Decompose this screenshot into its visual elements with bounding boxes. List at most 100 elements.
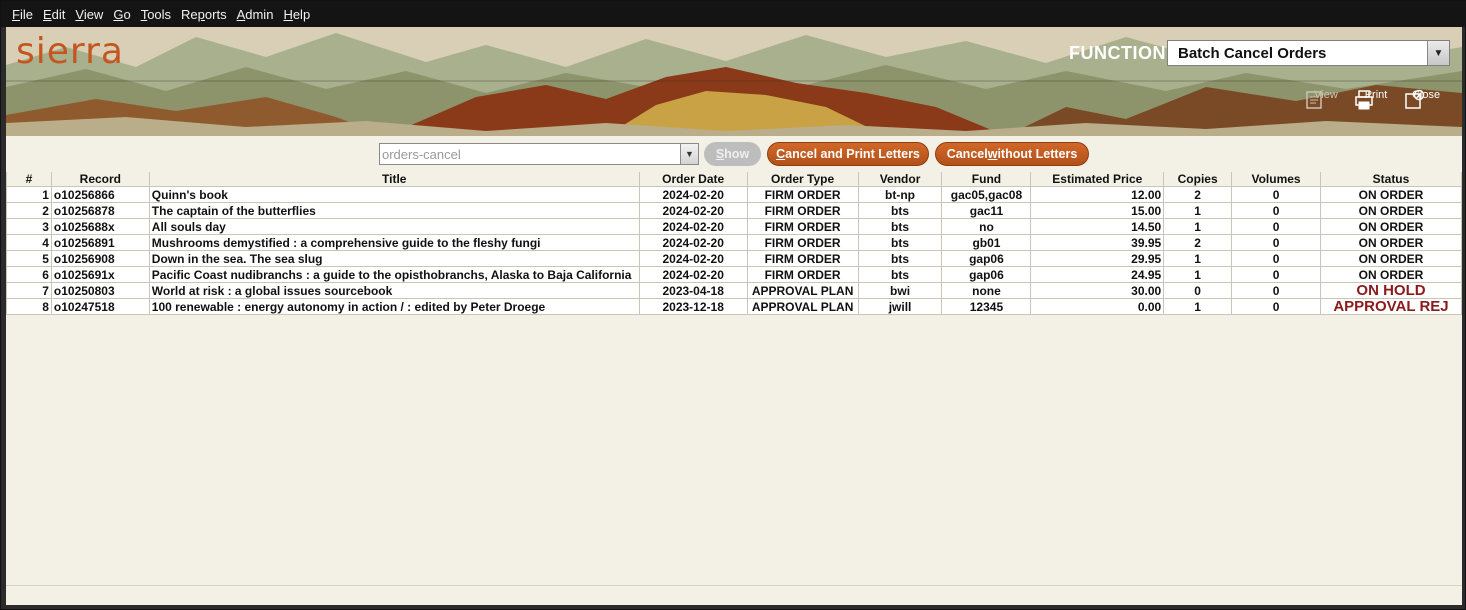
fund-cell: gac05,gac08 — [941, 186, 1032, 203]
table-row[interactable]: 5 o10256908 Down in the sea. The sea slug 2… — [6, 250, 1463, 267]
status-cell: ON ORDER — [1319, 186, 1463, 203]
order-date-cell: 2024-02-20 — [638, 250, 748, 267]
vendor-cell: bts — [857, 234, 943, 251]
function-label: FUNCTION — [1069, 43, 1166, 63]
row-number-cell: 7 — [6, 282, 52, 299]
function-select[interactable]: Batch Cancel Orders ▼ — [1167, 40, 1450, 66]
review-file-combobox[interactable]: orders-cancel ▼ — [379, 143, 699, 165]
order-date-cell: 2024-02-20 — [638, 234, 748, 251]
print-button[interactable]: Print — [1353, 89, 1399, 110]
sierra-logo: sierra — [16, 31, 124, 72]
menu-help[interactable]: Help — [278, 7, 315, 22]
column-header[interactable]: Copies — [1163, 172, 1233, 187]
close-button[interactable]: Close — [1403, 89, 1449, 109]
column-header[interactable]: Estimated Price — [1030, 172, 1165, 187]
column-header[interactable]: Status — [1319, 172, 1463, 187]
column-header[interactable]: # — [6, 172, 52, 187]
estimated-price-cell: 12.00 — [1030, 186, 1165, 203]
view-icon — [1306, 91, 1322, 109]
menu-admin[interactable]: Admin — [232, 7, 279, 22]
volumes-cell: 0 — [1231, 250, 1321, 267]
title-cell: 100 renewable : energy autonomy in actio… — [148, 298, 640, 315]
vendor-cell: bwi — [857, 282, 943, 299]
menu-reports[interactable]: Reports — [176, 7, 232, 22]
status-cell: ON HOLD — [1319, 282, 1463, 299]
column-header[interactable]: Order Date — [638, 172, 748, 187]
show-button[interactable]: Show — [704, 142, 761, 166]
estimated-price-cell: 29.95 — [1030, 250, 1165, 267]
vendor-cell: bt-np — [857, 186, 943, 203]
record-number-cell: o10256891 — [50, 234, 150, 251]
row-number-cell: 6 — [6, 266, 52, 283]
column-header[interactable]: Volumes — [1231, 172, 1321, 187]
table-row[interactable]: 6 o1025691x Pacific Coast nudibranchs : a … — [6, 266, 1463, 283]
status-cell: APPROVAL REJ — [1319, 298, 1463, 315]
estimated-price-cell: 0.00 — [1030, 298, 1165, 315]
order-type-cell: FIRM ORDER — [746, 202, 859, 219]
fund-cell: 12345 — [941, 298, 1032, 315]
menu-view[interactable]: View — [70, 7, 108, 22]
row-number-cell: 3 — [6, 218, 52, 235]
order-type-cell: APPROVAL PLAN — [746, 282, 859, 299]
order-type-cell: APPROVAL PLAN — [746, 298, 859, 315]
title-cell: The captain of the butterflies — [148, 202, 640, 219]
column-header[interactable]: Record — [50, 172, 150, 187]
table-row[interactable]: 2 o10256878 The captain of the butterflies… — [6, 202, 1463, 219]
title-cell: Quinn's book — [148, 186, 640, 203]
volumes-cell: 0 — [1231, 202, 1321, 219]
volumes-cell: 0 — [1231, 218, 1321, 235]
copies-cell: 2 — [1163, 234, 1233, 251]
status-cell: ON ORDER — [1319, 250, 1463, 267]
record-number-cell: o10247518 — [50, 298, 150, 315]
order-type-cell: FIRM ORDER — [746, 250, 859, 267]
status-cell: ON ORDER — [1319, 202, 1463, 219]
estimated-price-cell: 14.50 — [1030, 218, 1165, 235]
view-button[interactable]: View — [1303, 89, 1349, 109]
column-header[interactable]: Vendor — [857, 172, 943, 187]
order-type-cell: FIRM ORDER — [746, 218, 859, 235]
fund-cell: gap06 — [941, 250, 1032, 267]
column-header[interactable]: Title — [148, 172, 640, 187]
copies-cell: 2 — [1163, 186, 1233, 203]
record-number-cell: o1025691x — [50, 266, 150, 283]
table-row[interactable]: 4 o10256891 Mushrooms demystified : a comp… — [6, 234, 1463, 251]
copies-cell: 1 — [1163, 218, 1233, 235]
volumes-cell: 0 — [1231, 298, 1321, 315]
menu-go[interactable]: Go — [108, 7, 135, 22]
order-date-cell: 2024-02-20 — [638, 186, 748, 203]
title-cell: World at risk : a global issues sourcebo… — [148, 282, 640, 299]
order-type-cell: FIRM ORDER — [746, 266, 859, 283]
column-header[interactable]: Fund — [941, 172, 1032, 187]
column-header[interactable]: Order Type — [746, 172, 859, 187]
copies-cell: 1 — [1163, 250, 1233, 267]
menu-edit[interactable]: Edit — [38, 7, 70, 22]
table-row[interactable]: 7 o10250803 World at risk : a global issue… — [6, 282, 1463, 299]
chevron-down-icon[interactable]: ▼ — [1427, 41, 1449, 65]
table-row[interactable]: 8 o10247518 100 renewable : energy autonom… — [6, 298, 1463, 315]
chevron-down-icon[interactable]: ▼ — [680, 144, 698, 164]
volumes-cell: 0 — [1231, 234, 1321, 251]
status-cell: ON ORDER — [1319, 266, 1463, 283]
app-window: File Edit View Go Tools Reports Admin He… — [0, 0, 1466, 610]
menu-bar: File Edit View Go Tools Reports Admin He… — [1, 1, 1466, 27]
order-date-cell: 2024-02-20 — [638, 202, 748, 219]
order-type-cell: FIRM ORDER — [746, 186, 859, 203]
cancel-and-print-letters-button[interactable]: Cancel and Print Letters — [767, 142, 929, 166]
order-date-cell: 2023-04-18 — [638, 282, 748, 299]
record-number-cell: o1025688x — [50, 218, 150, 235]
menu-file[interactable]: File — [7, 7, 38, 22]
table-row[interactable]: 3 o1025688x All souls day 2024-02-20 FIRM OR… — [6, 218, 1463, 235]
table-row[interactable]: 1 o10256866 Quinn's book 2024-02-20 FIRM ORD… — [6, 186, 1463, 203]
title-cell: Mushrooms demystified : a comprehensive … — [148, 234, 640, 251]
title-cell: All souls day — [148, 218, 640, 235]
copies-cell: 1 — [1163, 298, 1233, 315]
header-banner: sierra FUNCTION Batch Cancel Orders ▼ Vi… — [6, 27, 1462, 136]
main-content: orders-cancel ▼ Show Cancel and Print Le… — [6, 136, 1463, 585]
menu-tools[interactable]: Tools — [136, 7, 176, 22]
volumes-cell: 0 — [1231, 282, 1321, 299]
cancel-without-letters-button[interactable]: Cancel w ithout Letters — [935, 142, 1089, 166]
vendor-cell: bts — [857, 250, 943, 267]
orders-table: # Record Title Order Date Order Type Ven… — [6, 172, 1463, 315]
record-number-cell: o10250803 — [50, 282, 150, 299]
row-number-cell: 2 — [6, 202, 52, 219]
